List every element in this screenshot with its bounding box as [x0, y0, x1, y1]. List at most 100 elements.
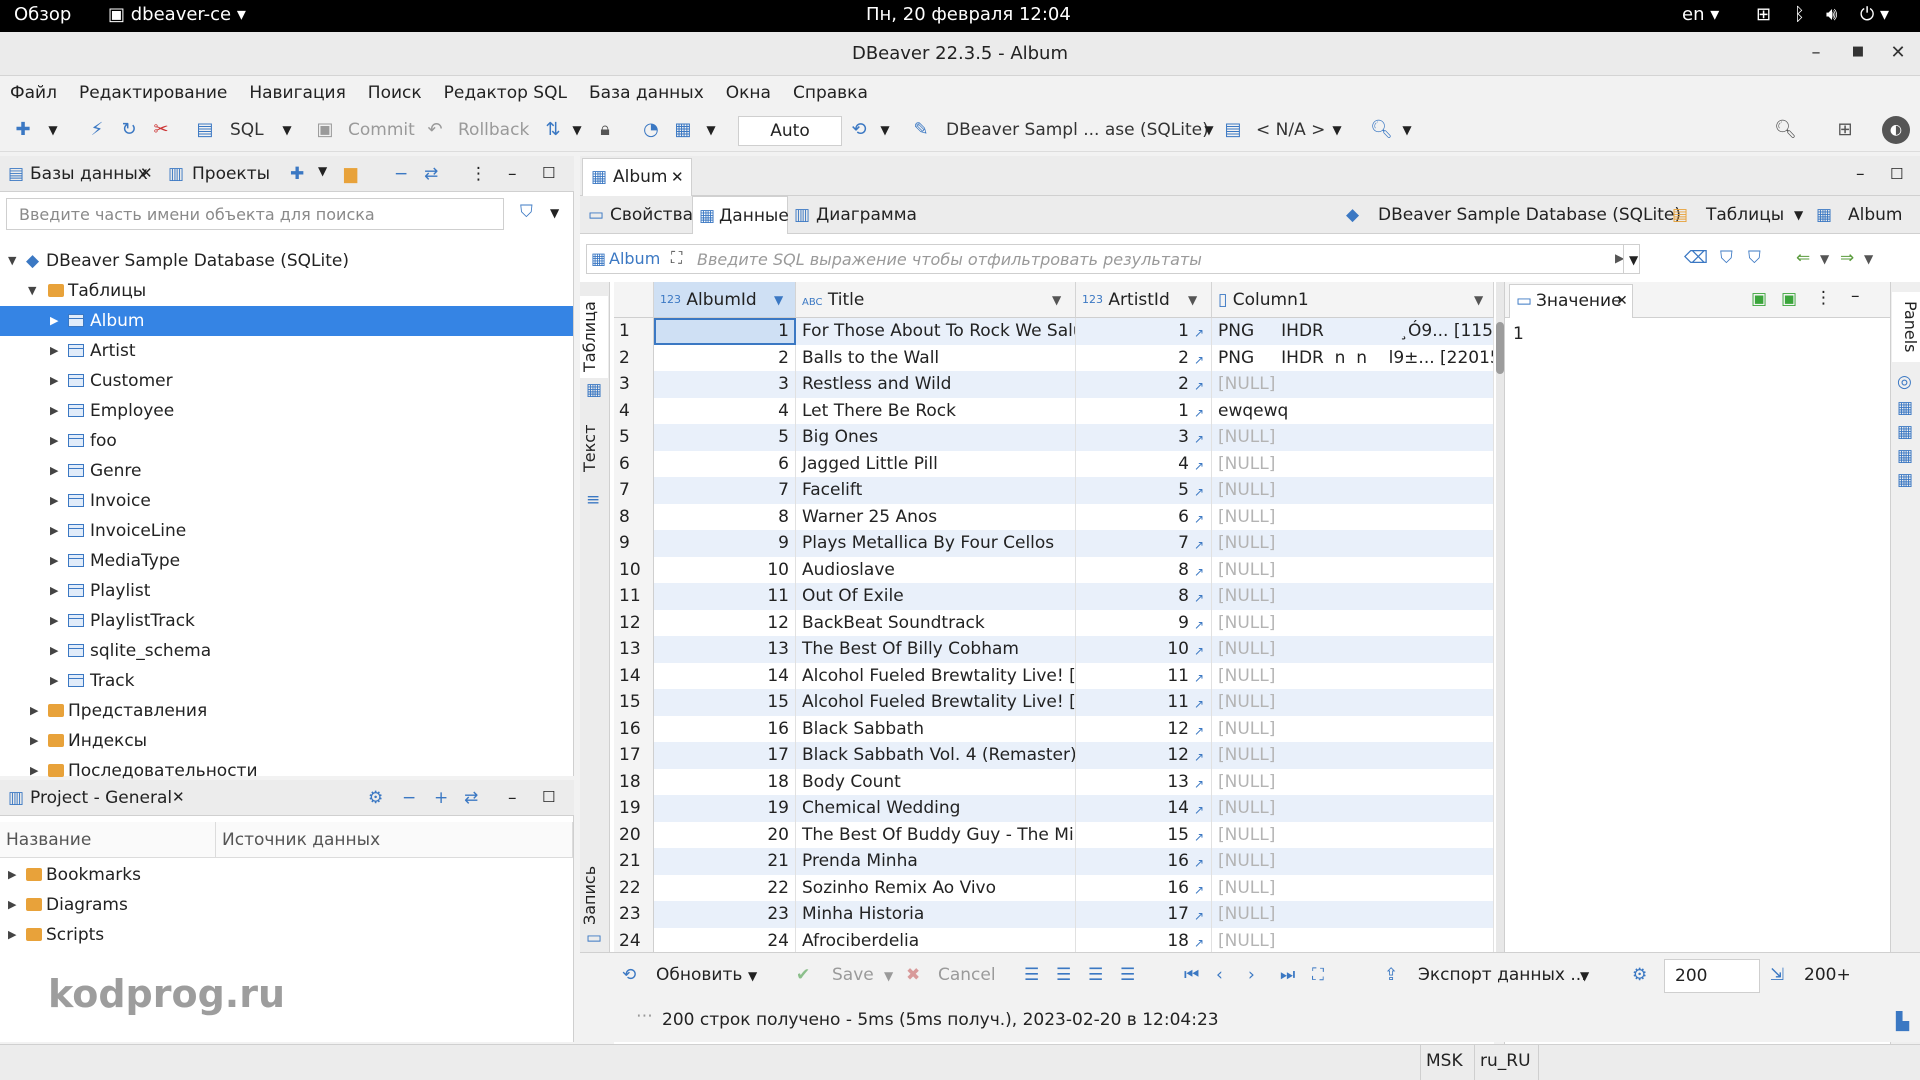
table-row[interactable]: 9 9 Plays Metallica By Four Cellos 7 ↗ [NULL] — [614, 530, 1494, 557]
row-number[interactable]: 10 — [614, 556, 654, 583]
cell-artistid[interactable]: 9 — [1076, 609, 1212, 636]
cell-artistid[interactable]: 18 — [1076, 927, 1212, 954]
cell-artistid[interactable]: 12 — [1076, 742, 1212, 769]
table-row[interactable]: 15 15 Alcohol Fueled Brewtality Live! [Di 1… — [614, 689, 1494, 716]
tree-node-table[interactable]: ▶ sqlite_schema — [0, 636, 573, 666]
sql-editor-icon[interactable]: ▤ — [194, 119, 216, 141]
foreign-key-link-icon[interactable]: ↗ — [1194, 612, 1204, 638]
copy-row-icon[interactable]: ☰ — [1088, 965, 1103, 985]
link-with-editor-icon[interactable]: ⇄ — [424, 164, 438, 184]
expand-arrow-icon[interactable]: ▶ — [50, 516, 58, 546]
clock[interactable]: Пн, 20 февраля 12:04 — [866, 4, 1071, 25]
foreign-key-link-icon[interactable]: ↗ — [1194, 744, 1204, 770]
table-row[interactable]: 14 14 Alcohol Fueled Brewtality Live! [Di 1… — [614, 662, 1494, 689]
aggregate-icon[interactable]: ◎ — [1897, 372, 1912, 392]
cell-column1[interactable]: ewqewq — [1212, 397, 1494, 424]
expand-arrow-icon[interactable]: ▶ — [30, 696, 38, 726]
expand-arrow-icon[interactable]: ▶ — [8, 890, 16, 920]
table-row[interactable]: 22 22 Sozinho Remix Ao Vivo 16 ↗ [NULL] — [614, 874, 1494, 901]
cell-title[interactable]: Jagged Little Pill — [796, 450, 1076, 477]
cell-column1[interactable]: [NULL] — [1212, 424, 1494, 451]
forward-icon[interactable]: ⇒ — [1840, 248, 1854, 268]
tree-node-indexes[interactable]: ▶ Индексы — [0, 726, 573, 756]
tree-node-table[interactable]: ▶ foo — [0, 426, 573, 456]
history-dropdown-icon[interactable]: ▼ — [874, 119, 896, 141]
sort-dropdown-icon[interactable]: ▼ — [1188, 282, 1197, 318]
cell-column1[interactable]: [NULL] — [1212, 556, 1494, 583]
cell-title[interactable]: Body Count — [796, 768, 1076, 795]
sql-dropdown-icon[interactable]: ▼ — [276, 119, 298, 141]
cell-title[interactable]: Sozinho Remix Ao Vivo — [796, 874, 1076, 901]
tree-node-table[interactable]: ▶ Invoice — [0, 486, 573, 516]
tab-project-general[interactable]: Project - General — [30, 788, 172, 808]
cell-albumid[interactable]: 9 — [654, 530, 796, 557]
cell-column1[interactable]: [NULL] — [1212, 901, 1494, 928]
cell-artistid[interactable]: 13 — [1076, 768, 1212, 795]
cell-albumid[interactable]: 24 — [654, 927, 796, 954]
view-menu-icon[interactable]: ⋮ — [470, 164, 487, 184]
cell-albumid[interactable]: 18 — [654, 768, 796, 795]
row-number[interactable]: 9 — [614, 530, 654, 557]
tree-node-table[interactable]: ▶ Playlist — [0, 576, 573, 606]
cell-title[interactable]: Black Sabbath — [796, 715, 1076, 742]
power-icon[interactable]: ⏻ ▾ — [1860, 4, 1889, 25]
cell-albumid[interactable]: 8 — [654, 503, 796, 530]
foreign-key-link-icon[interactable]: ↗ — [1194, 638, 1204, 664]
maximize-editor-icon[interactable]: ☐ — [1890, 165, 1903, 183]
cell-artistid[interactable]: 2 — [1076, 371, 1212, 398]
menu-file[interactable]: Файл — [10, 83, 57, 103]
filter-icon[interactable]: ⛉ — [1748, 248, 1761, 268]
cell-column1[interactable]: [NULL] — [1212, 874, 1494, 901]
minimize-panel-icon[interactable]: – — [508, 788, 517, 808]
active-schema-selector[interactable]: < N/A > — [1256, 120, 1325, 140]
foreign-key-link-icon[interactable]: ↗ — [1194, 426, 1204, 452]
subtab-data[interactable]: ▦ Данные — [692, 196, 789, 234]
cell-column1[interactable]: [NULL] — [1212, 715, 1494, 742]
isolation-icon[interactable]: ▦ — [672, 119, 694, 141]
cell-column1[interactable]: [NULL] — [1212, 609, 1494, 636]
expand-filter-icon[interactable]: ⛶ — [671, 248, 682, 268]
cell-albumid[interactable]: 12 — [654, 609, 796, 636]
collapse-arrow-icon[interactable]: ▼ — [28, 276, 36, 306]
cell-column1[interactable]: PNG IHDR n n l9±... [22015] — [1212, 344, 1494, 371]
menu-navigate[interactable]: Навигация — [249, 83, 345, 103]
close-tab-icon[interactable]: ✕ — [1616, 293, 1628, 309]
expand-arrow-icon[interactable]: ▶ — [50, 666, 58, 696]
new-connection-dropdown-icon[interactable]: ▼ — [42, 119, 64, 141]
tree-node-diagrams[interactable]: ▶ Diagrams — [0, 890, 573, 920]
row-number[interactable]: 15 — [614, 689, 654, 716]
cell-column1[interactable]: [NULL] — [1212, 768, 1494, 795]
search-tool-dropdown-icon[interactable]: ▼ — [1396, 119, 1418, 141]
cell-column1[interactable]: [NULL] — [1212, 795, 1494, 822]
save-button[interactable]: Save — [832, 965, 874, 985]
cancel-button[interactable]: Cancel — [938, 965, 996, 985]
cell-artistid[interactable]: 16 — [1076, 848, 1212, 875]
table-row[interactable]: 13 13 The Best Of Billy Cobham 10 ↗ [NULL] — [614, 636, 1494, 663]
cell-artistid[interactable]: 2 — [1076, 344, 1212, 371]
table-row[interactable]: 8 8 Warner 25 Anos 6 ↗ [NULL] — [614, 503, 1494, 530]
table-row[interactable]: 12 12 BackBeat Soundtrack 9 ↗ [NULL] — [614, 609, 1494, 638]
row-number[interactable]: 3 — [614, 371, 654, 398]
row-number[interactable]: 18 — [614, 768, 654, 795]
vtab-record[interactable]: Запись — [580, 862, 608, 928]
cell-albumid[interactable]: 5 — [654, 424, 796, 451]
global-search-icon[interactable]: 🔍︎ — [1774, 119, 1797, 141]
schema-dropdown-icon[interactable]: ▼ — [1326, 119, 1348, 141]
cell-title[interactable]: The Best Of Buddy Guy - The Miller — [796, 821, 1076, 848]
row-number[interactable]: 4 — [614, 397, 654, 424]
references-icon[interactable]: ▦ — [1897, 446, 1913, 466]
new-folder-icon[interactable]: ▆ — [344, 164, 357, 184]
cell-column1[interactable]: [NULL] — [1212, 530, 1494, 557]
activities-button[interactable]: Обзор — [14, 4, 71, 25]
minimize-window-button[interactable]: – — [1804, 42, 1828, 63]
row-number[interactable]: 24 — [614, 927, 654, 954]
row-number[interactable]: 17 — [614, 742, 654, 769]
cell-title[interactable]: Restless and Wild — [796, 371, 1076, 398]
row-number[interactable]: 2 — [614, 344, 654, 371]
row-number[interactable]: 12 — [614, 609, 654, 636]
view-menu-icon[interactable]: ⋮ — [1815, 288, 1832, 308]
link-with-editor-icon[interactable]: ⇄ — [464, 788, 478, 808]
tree-node-table[interactable]: ▶ InvoiceLine — [0, 516, 573, 546]
transaction-mode-dropdown-icon[interactable]: ▼ — [566, 119, 588, 141]
breadcrumb-dropdown-icon[interactable]: ▼ — [1794, 208, 1803, 222]
